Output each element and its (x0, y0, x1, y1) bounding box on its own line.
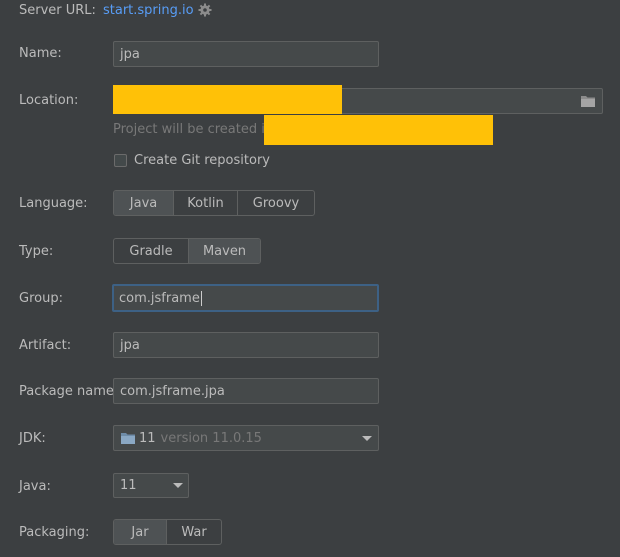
group-value: com.jsframe (119, 290, 200, 306)
type-option-maven[interactable]: Maven (188, 239, 260, 263)
redacted-location-path (113, 85, 342, 114)
folder-icon[interactable] (580, 94, 596, 108)
git-checkbox-label[interactable]: Create Git repository (134, 153, 270, 168)
jdk-label: JDK: (19, 431, 46, 446)
jdk-folder-icon (120, 431, 136, 445)
packaging-option-jar[interactable]: Jar (114, 520, 166, 544)
language-option-kotlin[interactable]: Kotlin (173, 191, 237, 215)
location-label: Location: (19, 93, 79, 108)
name-label: Name: (19, 46, 62, 61)
language-selector: Java Kotlin Groovy (113, 190, 315, 216)
server-url-link[interactable]: start.spring.io (103, 3, 194, 18)
java-version-value: 11 (120, 478, 137, 493)
packaging-option-war[interactable]: War (166, 520, 221, 544)
git-checkbox[interactable] (114, 154, 127, 167)
project-location-hint: Project will be created in: (113, 122, 278, 137)
language-option-java[interactable]: Java (114, 191, 173, 215)
gear-icon[interactable] (197, 2, 213, 18)
name-input[interactable]: jpa (113, 41, 379, 67)
type-label: Type: (19, 244, 54, 259)
package-name-value: com.jsframe.jpa (120, 383, 225, 399)
java-version-dropdown[interactable]: 11 (113, 473, 189, 498)
language-label: Language: (19, 196, 88, 211)
group-input[interactable]: com.jsframe (112, 284, 379, 312)
group-label: Group: (19, 291, 63, 306)
package-name-label: Package name: (19, 384, 119, 399)
text-caret (200, 290, 202, 306)
packaging-selector: Jar War (113, 519, 222, 545)
type-selector: Gradle Maven (113, 238, 261, 264)
jdk-version: 11 (139, 430, 156, 446)
jdk-dropdown[interactable]: 11 version 11.0.15 (113, 425, 379, 451)
name-value: jpa (120, 46, 140, 62)
java-label: Java: (19, 479, 51, 494)
type-option-gradle[interactable]: Gradle (114, 239, 188, 263)
package-name-input[interactable]: com.jsframe.jpa (113, 378, 379, 404)
chevron-down-icon (173, 483, 183, 488)
server-url-label: Server URL: (19, 3, 96, 18)
language-option-groovy[interactable]: Groovy (237, 191, 314, 215)
artifact-input[interactable]: jpa (113, 332, 379, 358)
chevron-down-icon (362, 436, 372, 441)
jdk-version-detail: version 11.0.15 (160, 430, 262, 446)
artifact-value: jpa (120, 337, 140, 353)
packaging-label: Packaging: (19, 525, 90, 540)
artifact-label: Artifact: (19, 338, 72, 353)
redacted-project-path (264, 115, 493, 145)
